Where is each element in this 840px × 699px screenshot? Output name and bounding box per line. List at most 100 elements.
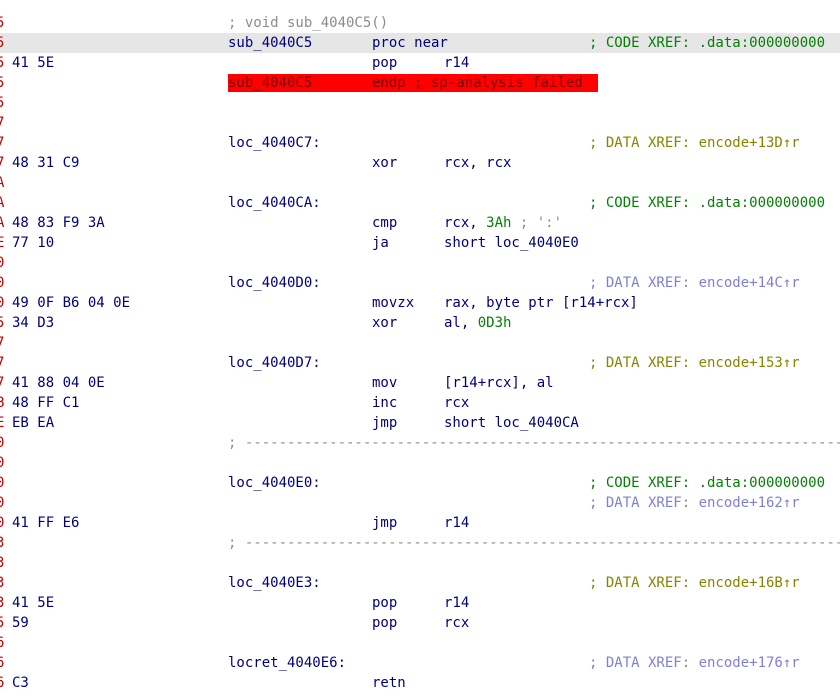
instruction-operands[interactable]: r14 [444, 595, 469, 611]
address-gutter: 0 [0, 475, 5, 491]
listing-line[interactable]: B 48 FF C1 inc rcx [0, 393, 840, 413]
instruction-operands[interactable]: rcx [444, 615, 469, 631]
xref-comment[interactable]: ; DATA XREF: encode+14C↑r [589, 275, 800, 291]
xref-comment[interactable]: ; DATA XREF: encode+162↑r [589, 495, 800, 511]
opcode-bytes: EB EA [12, 415, 55, 431]
instruction-mnemonic: proc near [372, 35, 448, 51]
address-gutter: 5 [0, 95, 5, 111]
address-gutter: B [0, 395, 5, 411]
listing-line[interactable]: 6 locret_4040E6: ; DATA XREF: encode+176↑r [0, 653, 840, 673]
listing-line[interactable]: 7 41 88 04 0E mov [r14+rcx], al [0, 373, 840, 393]
xref-comment[interactable]: ; DATA XREF: encode+153↑r [589, 355, 800, 371]
code-label[interactable]: loc_4040E3: [228, 575, 321, 591]
code-label[interactable]: loc_4040CA: [228, 195, 321, 211]
listing-line[interactable]: 5 sub_4040C5 endp ; sp-analysis failed [0, 73, 840, 93]
xref-comment[interactable]: ; CODE XREF: .data:000000000 [589, 35, 825, 51]
xref-comment[interactable]: ; DATA XREF: encode+16B↑r [589, 575, 800, 591]
instruction-mnemonic: pop [372, 55, 398, 71]
address-gutter: 5 [0, 35, 5, 51]
code-label[interactable]: loc_4040E0: [228, 475, 321, 491]
instruction-operands[interactable]: rcx [444, 395, 469, 411]
listing-line[interactable]: 0 49 0F B6 04 0E movzx rax, byte ptr [r14+r… [0, 293, 840, 313]
error-text: endp ; sp-analysis failed [372, 75, 583, 91]
listing-line[interactable]: 5 [0, 93, 840, 113]
listing-line[interactable]: A [0, 173, 840, 193]
address-gutter: 0 [0, 275, 5, 291]
opcode-bytes: 48 31 C9 [12, 155, 80, 171]
address-gutter: 0 [0, 295, 5, 311]
listing-line[interactable]: Aloc_4040CA: ; CODE XREF: .data:000000000 [0, 193, 840, 213]
address-gutter: 7 [0, 155, 5, 171]
xref-comment[interactable]: ; DATA XREF: encode+176↑r [589, 655, 800, 671]
listing-line[interactable]: 5 59 pop rcx [0, 613, 840, 633]
code-label[interactable]: locret_4040E6: [228, 655, 346, 671]
listing-line[interactable]: 5 41 5E pop r14 [0, 53, 840, 73]
code-label[interactable]: loc_4040D0: [228, 275, 321, 291]
listing-line[interactable]: 0 41 FF E6 jmp r14 [0, 513, 840, 533]
address-gutter: 5 [0, 75, 5, 91]
listing-line[interactable]: 6 [0, 633, 840, 653]
instruction-operands[interactable]: rcx, 3Ah ; ':' [444, 215, 562, 231]
address-gutter: 0 [0, 495, 5, 511]
xref-comment[interactable]: ; CODE XREF: .data:000000000 [589, 195, 825, 211]
instruction-operands[interactable]: short loc_4040E0 [444, 235, 579, 251]
code-label[interactable]: sub_4040C5 [228, 35, 312, 51]
listing-line[interactable]: 3 41 5E pop r14 [0, 593, 840, 613]
instruction-operands[interactable]: al, 0D3h [444, 315, 511, 331]
listing-line[interactable]: 0 loc_4040E0: ; CODE XREF: .data:000000000 [0, 473, 840, 493]
listing-line[interactable]: E 77 10 ja short loc_4040E0 [0, 233, 840, 253]
opcode-bytes: 59 [12, 615, 29, 631]
prototype-comment: ; void sub_4040C5() [228, 15, 389, 31]
listing-line[interactable]: 7 loc_4040C7: ; DATA XREF: encode+13D↑r [0, 133, 840, 153]
listing-line[interactable]: A 48 83 F9 3A cmp rcx, 3Ah ; ':' [0, 213, 840, 233]
code-label[interactable]: loc_4040D7: [228, 355, 321, 371]
address-gutter: E [0, 235, 5, 251]
instruction-operands[interactable]: r14 [444, 55, 469, 71]
error-label: sub_4040C5 [228, 75, 313, 91]
instruction-operands[interactable]: r14 [444, 515, 469, 531]
instruction-operands[interactable]: rcx, rcx [444, 155, 511, 171]
instruction-mnemonic: xor [372, 155, 398, 171]
listing-line[interactable]: 7 48 31 C9 xor rcx, rcx [0, 153, 840, 173]
xref-comment[interactable]: ; DATA XREF: encode+13D↑r [589, 135, 800, 151]
instruction-mnemonic: ja [372, 235, 389, 251]
xref-comment[interactable]: ; CODE XREF: .data:000000000 [589, 475, 825, 491]
opcode-bytes: 41 5E [12, 595, 55, 611]
address-gutter: 6 [0, 675, 5, 691]
listing-line[interactable]: 7 [0, 113, 840, 133]
listing-line[interactable]: 5 34 D3 xor al, 0D3h [0, 313, 840, 333]
address-gutter: 3 [0, 555, 5, 571]
listing-line[interactable]: 7 [0, 333, 840, 353]
address-gutter: 7 [0, 335, 5, 351]
address-gutter: 3 [0, 595, 5, 611]
instruction-mnemonic: jmp [372, 415, 398, 431]
code-label[interactable]: loc_4040C7: [228, 135, 321, 151]
listing-line[interactable]: 3 ; -------------------------------------… [0, 533, 840, 553]
opcode-bytes: 34 D3 [12, 315, 55, 331]
instruction-mnemonic: inc [372, 395, 398, 411]
listing-line[interactable]: E EB EA jmp short loc_4040CA [0, 413, 840, 433]
immediate-value: 0D3h [477, 315, 512, 331]
sp-analysis-error[interactable]: sub_4040C5 endp ; sp-analysis failed [228, 74, 598, 92]
listing-line[interactable]: 0 [0, 253, 840, 273]
address-gutter: 7 [0, 115, 5, 131]
listing-line[interactable]: 7 loc_4040D7: ; DATA XREF: encode+153↑r [0, 353, 840, 373]
listing-line[interactable]: 6 C3 retn [0, 673, 840, 693]
instruction-operands[interactable]: [r14+rcx], al [444, 375, 554, 391]
instruction-operands[interactable]: rax, byte ptr [r14+rcx] [444, 295, 638, 311]
separator-line: ; --------------------------------------… [228, 435, 840, 451]
listing-line[interactable]: 0 loc_4040D0: ; DATA XREF: encode+14C↑r [0, 273, 840, 293]
disassembly-listing[interactable]: 5 ; void sub_4040C5() 5 sub_4040C5 proc ne… [0, 0, 840, 699]
instruction-operands[interactable]: short loc_4040CA [444, 415, 579, 431]
address-gutter: A [0, 215, 5, 231]
instruction-mnemonic: movzx [372, 295, 415, 311]
listing-line[interactable]: 0 ; -------------------------------------… [0, 433, 840, 453]
listing-line[interactable]: 5 sub_4040C5 proc near ; CODE XREF: .data:0… [0, 33, 840, 53]
instruction-mnemonic: xor [372, 315, 398, 331]
address-gutter: 6 [0, 635, 5, 651]
listing-line[interactable]: 3 loc_4040E3: ; DATA XREF: encode+16B↑r [0, 573, 840, 593]
listing-line[interactable]: 0 ; DATA XREF: encode+162↑r [0, 493, 840, 513]
listing-line[interactable]: 3 [0, 553, 840, 573]
listing-line[interactable]: 0 [0, 453, 840, 473]
instruction-mnemonic: jmp [372, 515, 398, 531]
